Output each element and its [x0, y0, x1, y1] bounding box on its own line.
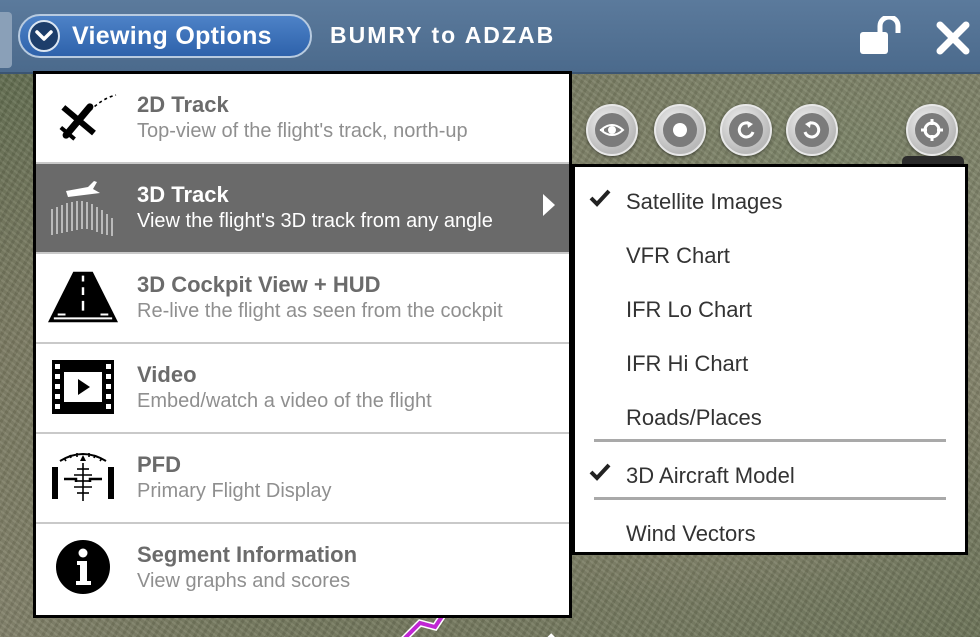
recenter-button[interactable]: [906, 104, 958, 156]
checkmark-icon: [589, 463, 611, 481]
menu-item-title: Segment Information: [137, 542, 358, 567]
menu-item-subtitle: Top-view of the flight's track, north-up: [137, 120, 468, 142]
center-button[interactable]: [654, 104, 706, 156]
menu-item-subtitle: View graphs and scores: [137, 570, 351, 592]
layer-label: 3D Aircraft Model: [626, 463, 795, 488]
map-layers-submenu: Satellite Images VFR Chart IFR Lo Chart …: [572, 164, 968, 555]
layer-label: Satellite Images: [626, 189, 783, 214]
layer-roads-places[interactable]: Roads/Places: [575, 391, 965, 439]
recenter-icon: [915, 113, 949, 147]
layer-satellite-images[interactable]: Satellite Images: [575, 175, 965, 223]
rotate-cw-icon: [729, 113, 763, 147]
layer-vfr-chart[interactable]: VFR Chart: [575, 229, 965, 277]
viewing-options-label: Viewing Options: [72, 21, 272, 50]
menu-item-3d-cockpit[interactable]: 3D Cockpit View + HUD Re-live the flight…: [36, 254, 569, 344]
menu-item-2d-track[interactable]: 2D Track Top-view of the flight's track,…: [36, 74, 569, 164]
menu-item-title: Video: [137, 362, 197, 387]
rotate-ccw-icon: [795, 113, 829, 147]
menu-item-video[interactable]: Video Embed/watch a video of the flight: [36, 344, 569, 434]
runway-icon: [48, 264, 118, 330]
viewing-options-button[interactable]: Viewing Options: [18, 14, 312, 58]
rotate-cw-button[interactable]: [720, 104, 772, 156]
eye-toggle-button[interactable]: [586, 104, 638, 156]
eye-toggle-icon: [595, 113, 629, 147]
menu-item-title: PFD: [137, 452, 181, 477]
menu-item-3d-track[interactable]: 3D Track View the flight's 3D track from…: [36, 164, 569, 254]
layer-label: IFR Lo Chart: [626, 297, 752, 322]
sidebar-handle[interactable]: [0, 12, 12, 68]
chevron-down-icon: [28, 20, 60, 52]
menu-item-title: 2D Track: [137, 92, 229, 117]
pfd-icon: [48, 444, 118, 510]
center-dot-icon: [663, 113, 697, 147]
layer-wind-vectors[interactable]: Wind Vectors: [575, 507, 965, 555]
menu-item-title: 3D Cockpit View + HUD: [137, 272, 381, 297]
3d-track-icon: [48, 174, 118, 240]
close-icon[interactable]: [935, 20, 971, 56]
layer-label: Wind Vectors: [626, 521, 756, 546]
film-icon: [48, 354, 118, 420]
submenu-divider: [594, 439, 946, 442]
top-bar: Viewing Options BUMRY to ADZAB: [0, 0, 980, 74]
menu-item-pfd[interactable]: PFD Primary Flight Display: [36, 434, 569, 524]
menu-item-subtitle: Primary Flight Display: [137, 480, 332, 502]
layer-ifr-lo-chart[interactable]: IFR Lo Chart: [575, 283, 965, 331]
info-icon: [48, 534, 118, 600]
chevron-right-icon: [543, 194, 555, 216]
plane-track-icon: [48, 84, 118, 150]
menu-item-subtitle: Re-live the flight as seen from the cock…: [137, 300, 503, 322]
menu-item-subtitle: View the flight's 3D track from any angl…: [137, 210, 493, 232]
viewing-options-menu: 2D Track Top-view of the flight's track,…: [33, 71, 572, 618]
unlock-icon[interactable]: [858, 16, 906, 56]
route-title: BUMRY to ADZAB: [330, 22, 556, 48]
layer-3d-aircraft-model[interactable]: 3D Aircraft Model: [575, 449, 965, 497]
layer-label: IFR Hi Chart: [626, 351, 749, 376]
layer-label: Roads/Places: [626, 405, 762, 430]
menu-item-subtitle: Embed/watch a video of the flight: [137, 390, 432, 412]
menu-item-segment-info[interactable]: Segment Information View graphs and scor…: [36, 524, 569, 615]
layer-ifr-hi-chart[interactable]: IFR Hi Chart: [575, 337, 965, 385]
rotate-ccw-button[interactable]: [786, 104, 838, 156]
submenu-divider: [594, 497, 946, 500]
layer-label: VFR Chart: [626, 243, 730, 268]
checkmark-icon: [589, 189, 611, 207]
menu-item-title: 3D Track: [137, 182, 229, 207]
